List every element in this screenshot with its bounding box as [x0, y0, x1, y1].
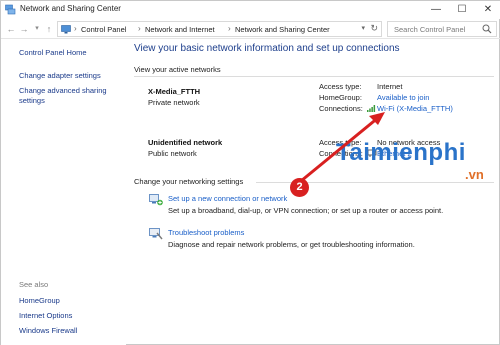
network-type-link[interactable]: Private network: [148, 98, 200, 107]
refresh-icon[interactable]: ↻: [370, 23, 378, 34]
see-also-heading: See also: [19, 280, 49, 289]
troubleshoot-icon: [149, 228, 163, 240]
maximize-button[interactable]: ☐: [449, 1, 475, 19]
recent-locations-chevron-icon[interactable]: ▾: [31, 22, 43, 36]
section-divider: [134, 76, 494, 77]
access-type-label: Access type:: [319, 82, 362, 91]
network-name: X-Media_FTTH: [148, 87, 201, 96]
setup-connection-description: Set up a broadband, dial-up, or VPN conn…: [168, 206, 444, 215]
homegroup-available-link[interactable]: Available to join: [377, 93, 429, 102]
address-bar[interactable]: › Control Panel › Network and Internet ›…: [57, 21, 382, 37]
search-placeholder: Search Control Panel: [394, 25, 466, 34]
wifi-signal-icon: [367, 105, 376, 112]
network-center-icon: [5, 4, 16, 15]
wifi-connection-link[interactable]: Wi-Fi (X-Media_FTTH): [377, 104, 453, 113]
troubleshoot-link[interactable]: Troubleshoot problems: [168, 228, 244, 237]
step-badge: 2: [290, 178, 309, 197]
change-settings-heading: Change your networking settings: [134, 177, 244, 186]
sidebar-item-change-adapter-settings[interactable]: Change adapter settings: [19, 71, 101, 81]
left-task-pane: Control Panel Home Change adapter settin…: [1, 40, 126, 345]
address-dropdown-icon[interactable]: ▾: [361, 24, 365, 32]
window-title: Network and Sharing Center: [20, 4, 121, 13]
search-icon: [482, 24, 492, 34]
sidebar-item-change-advanced-sharing-cont[interactable]: settings: [19, 96, 45, 106]
breadcrumb-control-panel[interactable]: Control Panel: [81, 25, 126, 34]
back-arrow-icon[interactable]: ←: [5, 22, 17, 36]
breadcrumb-network-sharing-center[interactable]: Network and Sharing Center: [235, 25, 330, 34]
breadcrumb-separator-icon: ›: [74, 24, 77, 33]
homegroup-label: HomeGroup:: [319, 93, 362, 102]
active-networks-heading: View your active networks: [134, 65, 221, 74]
breadcrumb-network-internet[interactable]: Network and Internet: [145, 25, 215, 34]
search-box[interactable]: Search Control Panel: [387, 21, 497, 37]
up-arrow-icon[interactable]: ↑: [43, 22, 55, 36]
connections-label: Connections:: [319, 104, 363, 113]
navigation-bar: ← → ▾ ↑ › Control Panel › Network and In…: [1, 19, 500, 39]
control-panel-icon: [61, 25, 71, 34]
see-also-internet-options[interactable]: Internet Options: [19, 311, 72, 321]
forward-arrow-icon[interactable]: →: [18, 22, 30, 36]
minimize-button[interactable]: —: [423, 1, 449, 19]
close-button[interactable]: ✕: [475, 1, 500, 19]
see-also-windows-firewall[interactable]: Windows Firewall: [19, 326, 77, 336]
sidebar-item-control-panel-home[interactable]: Control Panel Home: [19, 48, 87, 58]
access-type-value: Internet: [377, 82, 403, 91]
sidebar-item-change-advanced-sharing[interactable]: Change advanced sharing: [19, 86, 107, 96]
page-title: View your basic network information and …: [134, 43, 400, 54]
watermark-logo-suffix: .vn: [465, 167, 484, 182]
network-sharing-center-window: Network and Sharing Center — ☐ ✕ ← → ▾ ↑…: [0, 0, 500, 345]
breadcrumb-separator-icon: ›: [138, 24, 141, 33]
new-connection-icon: [149, 194, 163, 206]
network-name: Unidentified network: [148, 138, 223, 147]
setup-connection-link[interactable]: Set up a new connection or network: [168, 194, 287, 203]
watermark-logo: Taimienphi: [336, 139, 466, 166]
title-bar: Network and Sharing Center — ☐ ✕: [1, 1, 500, 19]
breadcrumb-separator-icon: ›: [228, 24, 231, 33]
see-also-homegroup[interactable]: HomeGroup: [19, 296, 60, 306]
troubleshoot-description: Diagnose and repair network problems, or…: [168, 240, 415, 249]
network-type-link[interactable]: Public network: [148, 149, 197, 158]
